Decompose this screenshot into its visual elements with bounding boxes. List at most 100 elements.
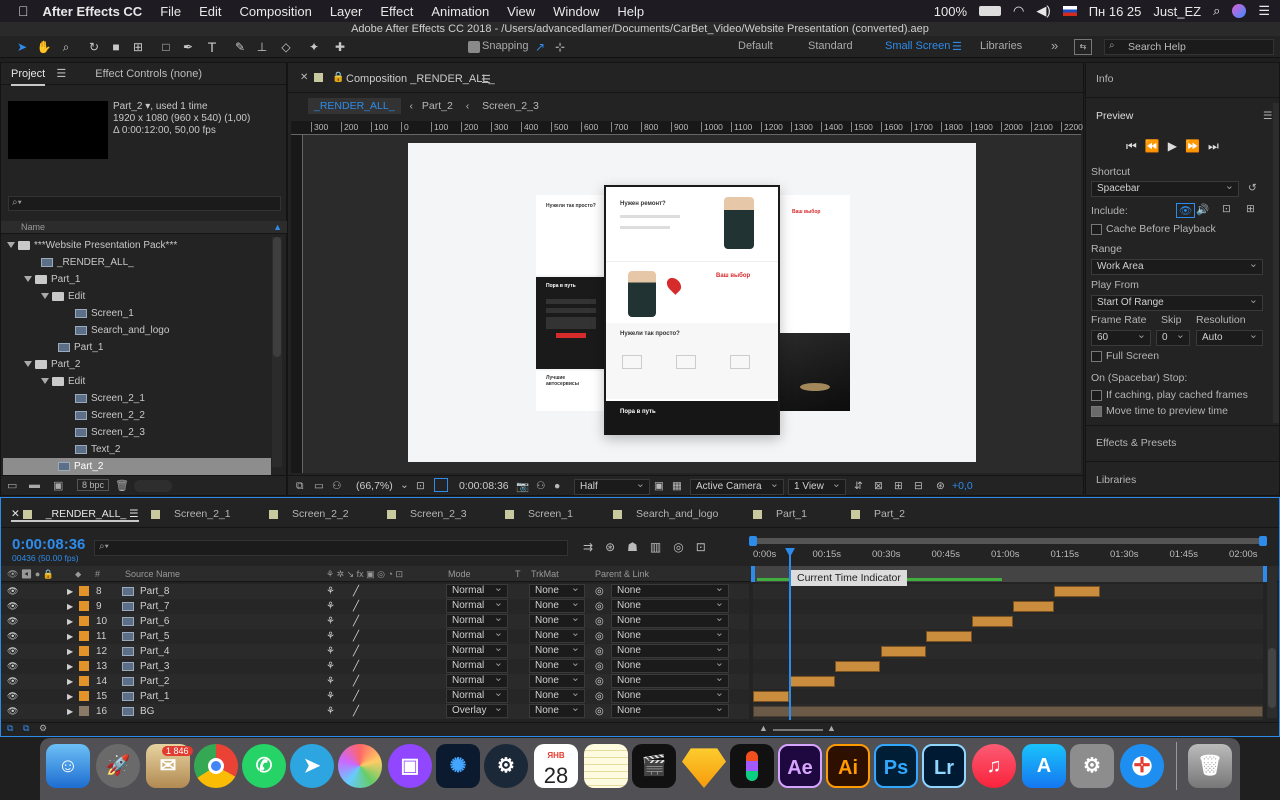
layer-expand-icon[interactable]: ▶ [67,704,73,719]
play-from-dropdown[interactable]: Start Of Range [1091,293,1263,311]
monitor-icon[interactable]: ▭ [314,480,324,492]
layer-duration-bar[interactable] [753,691,789,702]
video-visibility-icon[interactable]: 👁 [7,674,18,689]
eraser-tool-icon[interactable]: ◇ [278,39,294,55]
lock-icon[interactable]: 🔒 [332,72,344,83]
motion-blur-icon[interactable]: ⊟ [914,480,923,492]
layer-parent-dropdown[interactable]: None [611,627,729,643]
workspace-default[interactable]: Default [738,40,773,52]
layer-row[interactable]: 👁 ▶ 14 Part_2 ⚘ ╱ Normal None ◎ None [1,672,749,689]
workspace-small-screen[interactable]: Small Screen [885,40,950,52]
expand-toggle-icon[interactable] [41,378,49,385]
toggle-switches-icon[interactable]: ⧉ [7,723,13,734]
zoom-in-icon[interactable]: ▲ [827,723,836,733]
viewer-timecode[interactable]: 0:00:08:36 [459,480,509,492]
lightroom-icon[interactable]: Lr [922,744,966,788]
layer-label-color[interactable] [79,601,89,611]
always-preview-icon[interactable]: ⧉ [296,480,304,493]
cache-before-playback[interactable]: Cache Before Playback [1091,223,1216,235]
full-screen[interactable]: Full Screen [1091,350,1159,362]
snap-options-icon[interactable]: ⊹ [552,39,568,55]
video-visibility-icon[interactable]: 👁 [7,584,18,599]
parent-pickwhip-icon[interactable]: ◎ [595,644,604,659]
layer-expand-icon[interactable]: ▶ [67,644,73,659]
include-overlays-icon[interactable]: ⊡ [1222,203,1231,215]
effects-presets-title[interactable]: Effects & Presets [1096,437,1176,449]
project-item[interactable]: Part_1 [3,271,271,288]
notes-icon[interactable] [584,744,628,788]
quality-switch-icon[interactable]: ╱ [353,659,359,674]
first-frame-icon[interactable]: ⏮ [1126,139,1145,153]
layer-mode-dropdown[interactable]: Normal [446,627,508,643]
project-item[interactable]: Text_2 [3,441,271,458]
after-effects-icon[interactable]: Ae [778,744,822,788]
photoshop-icon[interactable]: Ps [874,744,918,788]
layer-expand-icon[interactable]: ▶ [67,659,73,674]
timeline-tab[interactable]: ✕ _RENDER_ALL_ ☰ [11,508,139,522]
menu-edit[interactable]: Edit [199,4,221,19]
layer-label-color[interactable] [79,631,89,641]
expand-toggle-icon[interactable] [24,361,32,368]
quality-switch-icon[interactable]: ╱ [353,689,359,704]
time-ruler[interactable]: 0:00s 00:15s 00:30s 00:45s 01:00s 01:15s 01:30… [753,546,1263,564]
layer-trkmat-dropdown[interactable]: None [529,582,585,598]
right-panel-scrollbar[interactable] [1273,103,1279,423]
layer-label-color[interactable] [79,616,89,626]
zoom-dropdown[interactable]: (66,7%) [356,480,393,492]
layer-parent-dropdown[interactable]: None [611,672,729,688]
show-snapshot-icon[interactable]: ⚇ [536,480,545,492]
timeline-tab[interactable]: Part_2 [851,508,905,520]
snapping-checkbox[interactable] [468,41,480,53]
3d-renderer-icon[interactable]: ⊞ [894,480,903,492]
reset-icon[interactable]: ↺ [1248,182,1257,194]
shy-switch-icon[interactable]: ⚘ [326,614,335,629]
bit-depth-button[interactable]: 8 bpc [77,479,110,491]
layer-mode-dropdown[interactable]: Normal [446,597,508,613]
layer-mode-dropdown[interactable]: Normal [446,612,508,628]
exposure-reset-icon[interactable]: ⊛ [936,480,945,492]
mask-visibility-icon[interactable]: ⚇ [332,480,341,492]
source-name-column[interactable]: Source Name [125,566,180,582]
video-visibility-icon[interactable]: 👁 [7,659,18,674]
layer-trkmat-dropdown[interactable]: None [529,597,585,613]
include-video-icon[interactable]: 👁 [1176,203,1196,218]
layer-name[interactable]: Part_7 [140,599,169,614]
layer-trkmat-dropdown[interactable]: None [529,642,585,658]
layer-expand-icon[interactable]: ▶ [67,599,73,614]
layer-mode-dropdown[interactable]: Normal [446,672,508,688]
timeline-tab[interactable]: Screen_1 [505,508,573,520]
full-screen-checkbox[interactable] [1091,350,1102,362]
preview-menu-icon[interactable]: ☰ [1263,110,1272,122]
breadcrumb-screen-2-3[interactable]: Screen_2_3 [482,100,539,112]
video-visibility-icon[interactable]: 👁 [7,689,18,704]
layer-parent-dropdown[interactable]: None [611,657,729,673]
shy-switch-icon[interactable]: ⚘ [326,689,335,704]
puppet-tool-icon[interactable]: ✚ [332,39,348,55]
layer-name[interactable]: Part_2 [140,674,169,689]
quality-switch-icon[interactable]: ╱ [353,644,359,659]
zoom-tool-icon[interactable]: ⌕ [58,39,74,55]
figma-icon[interactable] [730,744,774,788]
layer-label-color[interactable] [79,646,89,656]
layer-parent-dropdown[interactable]: None [611,597,729,613]
menu-effect[interactable]: Effect [380,4,413,19]
clone-stamp-tool-icon[interactable]: ⊥ [254,39,270,55]
parent-pickwhip-icon[interactable]: ◎ [595,629,604,644]
resolution-preview-dropdown[interactable]: Auto [1196,328,1263,346]
range-dropdown[interactable]: Work Area [1091,257,1263,275]
whatsapp-icon[interactable]: ✆ [242,744,286,788]
thumbnail-slider[interactable] [134,480,172,492]
region-of-interest-icon[interactable] [434,478,448,492]
shy-switch-icon[interactable]: ⚘ [326,599,335,614]
exposure-value[interactable]: +0,0 [952,480,973,492]
include-layers-icon[interactable]: ⊞ [1246,203,1255,215]
project-item[interactable]: Part_1 [3,339,271,356]
layer-expand-icon[interactable]: ▶ [67,674,73,689]
menu-view[interactable]: View [507,4,535,19]
layer-duration-bar[interactable] [753,706,1263,717]
project-item[interactable]: Screen_2_1 [3,390,271,407]
previous-frame-icon[interactable]: ⏪ [1145,139,1168,153]
project-item[interactable]: Part_2 [3,356,271,373]
battery-icon[interactable] [979,6,1002,16]
system-preferences-icon[interactable]: ⚙ [1070,744,1114,788]
